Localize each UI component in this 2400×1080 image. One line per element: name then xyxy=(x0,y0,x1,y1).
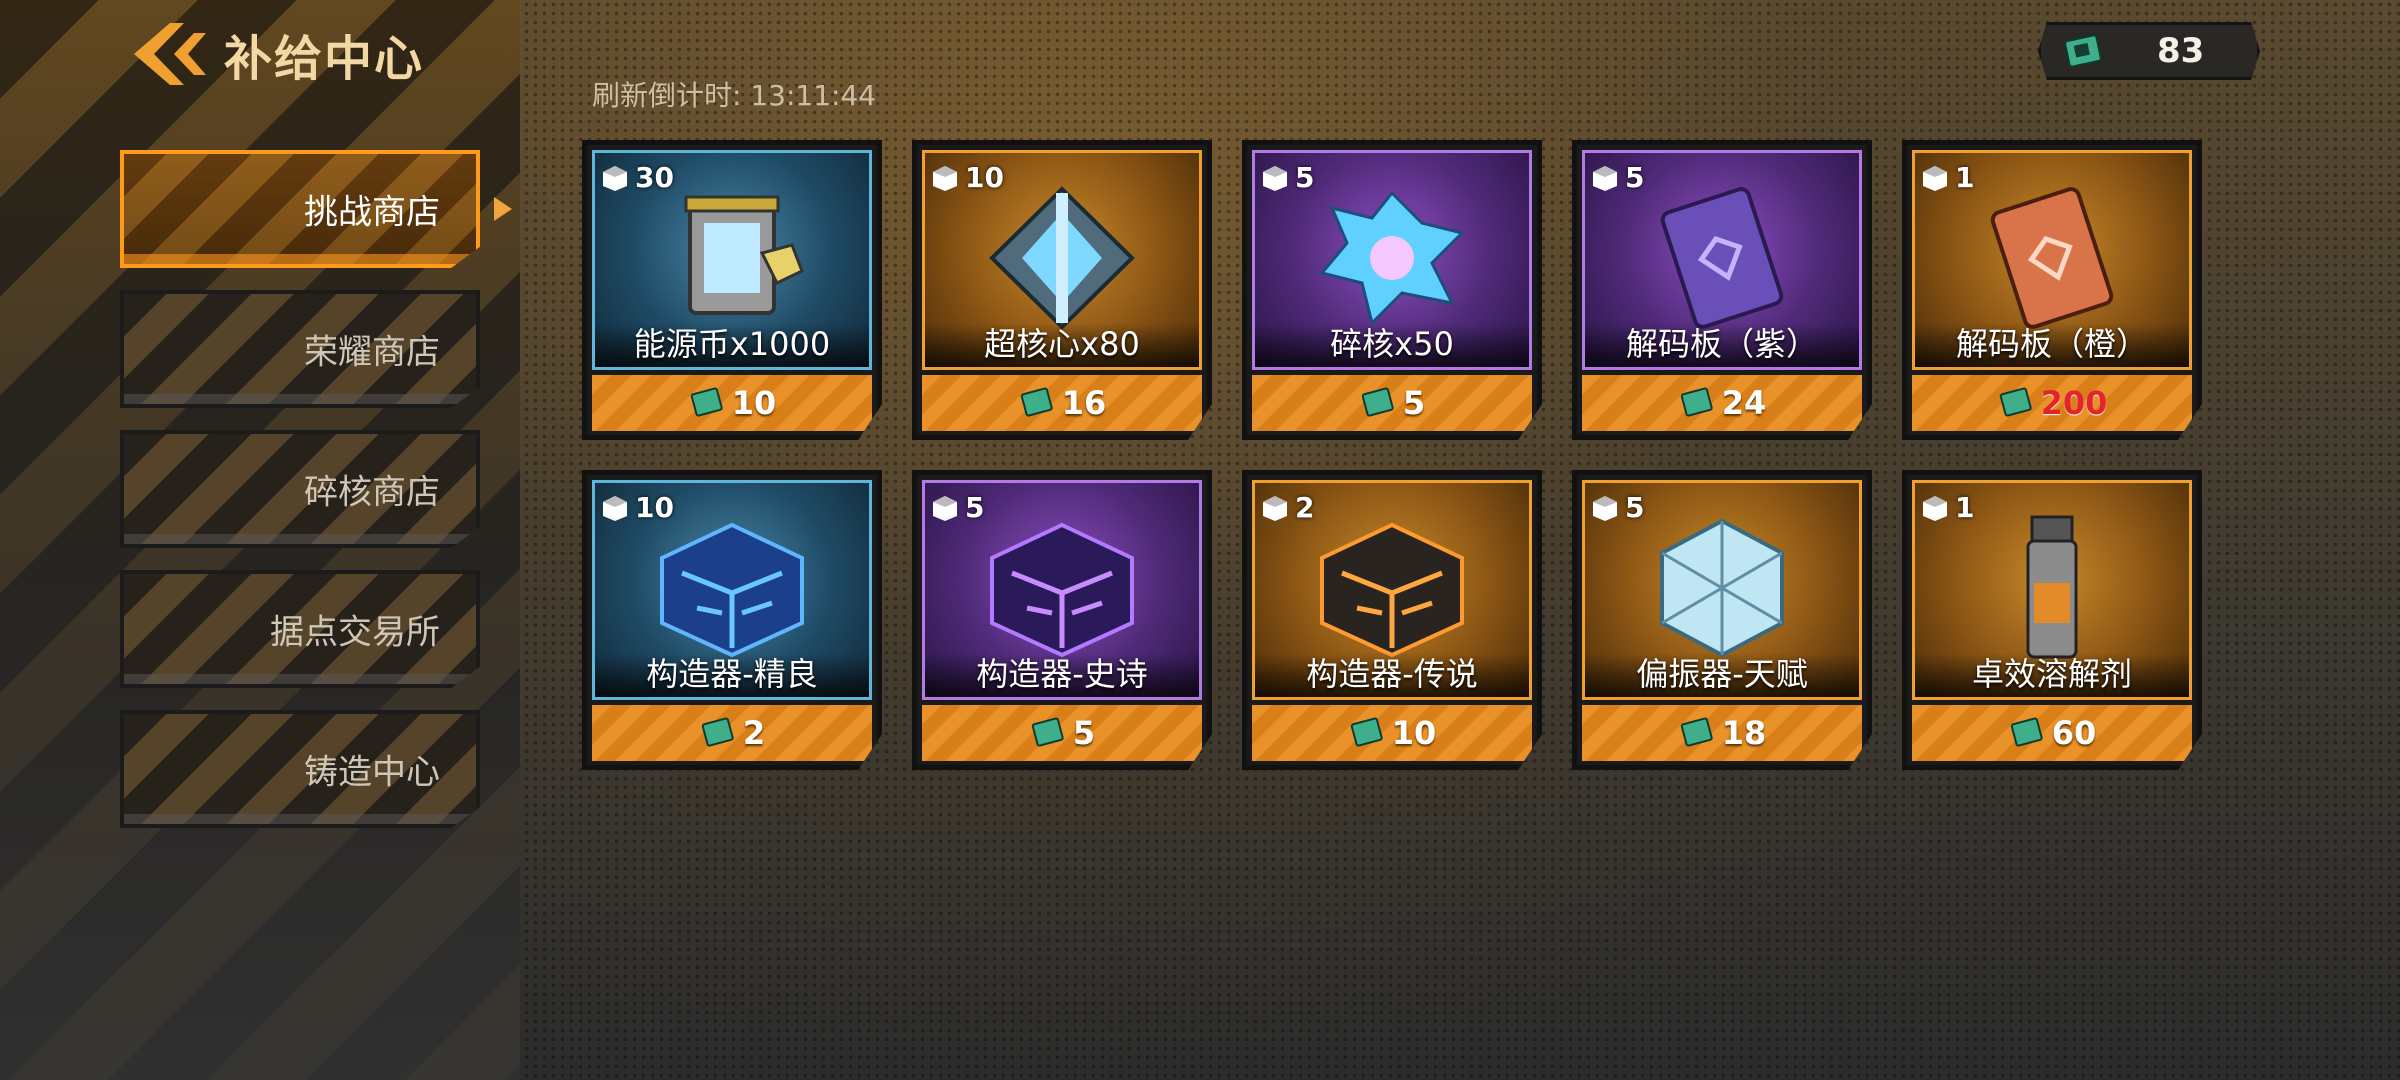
item-art: 5 偏振器-天赋 xyxy=(1582,480,1862,700)
decoder-board-orange-icon xyxy=(1990,187,2114,329)
price-value: 10 xyxy=(1391,714,1437,752)
item-name: 卓效溶解剂 xyxy=(1971,655,2132,693)
box-icon xyxy=(1923,495,1947,521)
chip-card-icon xyxy=(1680,387,1713,417)
price-bar: 10 xyxy=(1252,705,1532,761)
item-art: 5 构造器-史诗 xyxy=(922,480,1202,700)
polarizer-icon xyxy=(1660,518,1784,658)
shop-item-card[interactable]: 5 解码板（紫） 24 xyxy=(1572,140,1872,440)
sidebar-item-challenge-shop[interactable]: 挑战商店 xyxy=(120,150,480,268)
item-art: 30 能源币x1000 xyxy=(592,150,872,370)
box-icon xyxy=(933,165,957,191)
sidebar-item-label: 荣耀商店 xyxy=(304,332,440,373)
box-icon xyxy=(603,495,627,521)
box-icon xyxy=(1263,165,1287,191)
shop-item-card[interactable]: 30 能源币x1000 10 xyxy=(582,140,882,440)
item-name: 构造器-传说 xyxy=(1306,655,1478,693)
box-icon xyxy=(603,165,627,191)
item-art: 5 碎核x50 xyxy=(1252,150,1532,370)
chip-card-icon xyxy=(1020,387,1053,417)
item-name: 解码板（橙） xyxy=(1955,325,2148,363)
chip-card-icon xyxy=(1350,717,1383,747)
sidebar-item-label: 据点交易所 xyxy=(270,612,440,653)
item-art: 5 解码板（紫） xyxy=(1582,150,1862,370)
chip-card-icon xyxy=(1999,387,2032,417)
item-name: 碎核x50 xyxy=(1330,325,1454,363)
shop-item-card[interactable]: 10 超核心x80 16 xyxy=(912,140,1212,440)
item-name: 解码板（紫） xyxy=(1625,325,1818,363)
sidebar-item-shard-shop[interactable]: 碎核商店 xyxy=(120,430,480,548)
chip-card-icon xyxy=(1680,717,1713,747)
chip-card-icon xyxy=(2064,34,2102,68)
price-bar: 200 xyxy=(1912,375,2192,431)
currency-display[interactable]: 83 xyxy=(2038,22,2260,80)
sidebar-item-honor-shop[interactable]: 荣耀商店 xyxy=(120,290,480,408)
constructor-purple-icon xyxy=(990,522,1134,658)
decoder-board-purple-icon xyxy=(1660,187,1784,329)
page-title: 补给中心 xyxy=(224,31,425,87)
chip-card-icon xyxy=(2010,717,2043,747)
chip-card-icon xyxy=(701,717,734,747)
price-value: 2 xyxy=(742,714,766,752)
box-icon xyxy=(1923,165,1947,191)
energy-coin-icon xyxy=(684,195,804,315)
back-arrow-icon[interactable] xyxy=(130,19,210,89)
sidebar-item-label: 铸造中心 xyxy=(304,752,440,793)
shop-item-card[interactable]: 5 构造器-史诗 5 xyxy=(912,470,1212,770)
item-name: 构造器-精良 xyxy=(646,655,818,693)
price-bar: 5 xyxy=(1252,375,1532,431)
shop-item-card[interactable]: 1 卓效溶解剂 60 xyxy=(1902,470,2202,770)
item-art: 10 构造器-精良 xyxy=(592,480,872,700)
price-value: 5 xyxy=(1072,714,1096,752)
constructor-blue-icon xyxy=(660,522,804,658)
chip-card-icon xyxy=(1031,717,1064,747)
price-value: 24 xyxy=(1721,384,1767,422)
price-value: 60 xyxy=(2051,714,2097,752)
price-bar: 5 xyxy=(922,705,1202,761)
shop-item-card[interactable]: 2 构造器-传说 10 xyxy=(1242,470,1542,770)
item-name: 能源币x1000 xyxy=(633,325,831,363)
item-art: 1 解码板（橙） xyxy=(1912,150,2192,370)
box-icon xyxy=(1593,165,1617,191)
item-name: 构造器-史诗 xyxy=(976,655,1148,693)
header: 补给中心 xyxy=(130,14,424,94)
sidebar-item-forge-center[interactable]: 铸造中心 xyxy=(120,710,480,828)
chip-card-icon xyxy=(1361,387,1394,417)
price-value: 200 xyxy=(2040,384,2108,422)
box-icon xyxy=(1593,495,1617,521)
shop-item-card[interactable]: 10 构造器-精良 2 xyxy=(582,470,882,770)
active-tab-indicator xyxy=(494,197,512,221)
item-name: 超核心x80 xyxy=(984,325,1140,363)
price-bar: 60 xyxy=(1912,705,2192,761)
price-value: 5 xyxy=(1402,384,1426,422)
item-art: 2 构造器-传说 xyxy=(1252,480,1532,700)
sidebar-item-outpost-exchange[interactable]: 据点交易所 xyxy=(120,570,480,688)
box-icon xyxy=(1263,495,1287,521)
shop-item-card[interactable]: 5 碎核x50 5 xyxy=(1242,140,1542,440)
price-value: 18 xyxy=(1721,714,1767,752)
sidebar-item-label: 碎核商店 xyxy=(304,472,440,513)
sidebar-nav: 挑战商店 荣耀商店 碎核商店 据点交易所 铸造中心 xyxy=(120,150,480,850)
core-shard-icon xyxy=(1319,190,1465,326)
price-bar: 24 xyxy=(1582,375,1862,431)
item-art: 1 卓效溶解剂 xyxy=(1912,480,2192,700)
price-bar: 10 xyxy=(592,375,872,431)
dissolvent-icon xyxy=(2026,515,2078,659)
sidebar-item-label: 挑战商店 xyxy=(304,192,440,233)
price-bar: 16 xyxy=(922,375,1202,431)
refresh-countdown: 刷新倒计时: 13:11:44 xyxy=(592,79,877,112)
constructor-orange-icon xyxy=(1320,522,1464,658)
currency-value: 83 xyxy=(2157,31,2205,71)
price-value: 16 xyxy=(1061,384,1107,422)
shop-item-card[interactable]: 1 解码板（橙） 200 xyxy=(1902,140,2202,440)
price-value: 10 xyxy=(731,384,777,422)
box-icon xyxy=(933,495,957,521)
super-core-icon xyxy=(989,186,1135,330)
item-name: 偏振器-天赋 xyxy=(1636,655,1808,693)
item-art: 10 超核心x80 xyxy=(922,150,1202,370)
price-bar: 2 xyxy=(592,705,872,761)
price-bar: 18 xyxy=(1582,705,1862,761)
shop-item-card[interactable]: 5 偏振器-天赋 18 xyxy=(1572,470,1872,770)
chip-card-icon xyxy=(690,387,723,417)
